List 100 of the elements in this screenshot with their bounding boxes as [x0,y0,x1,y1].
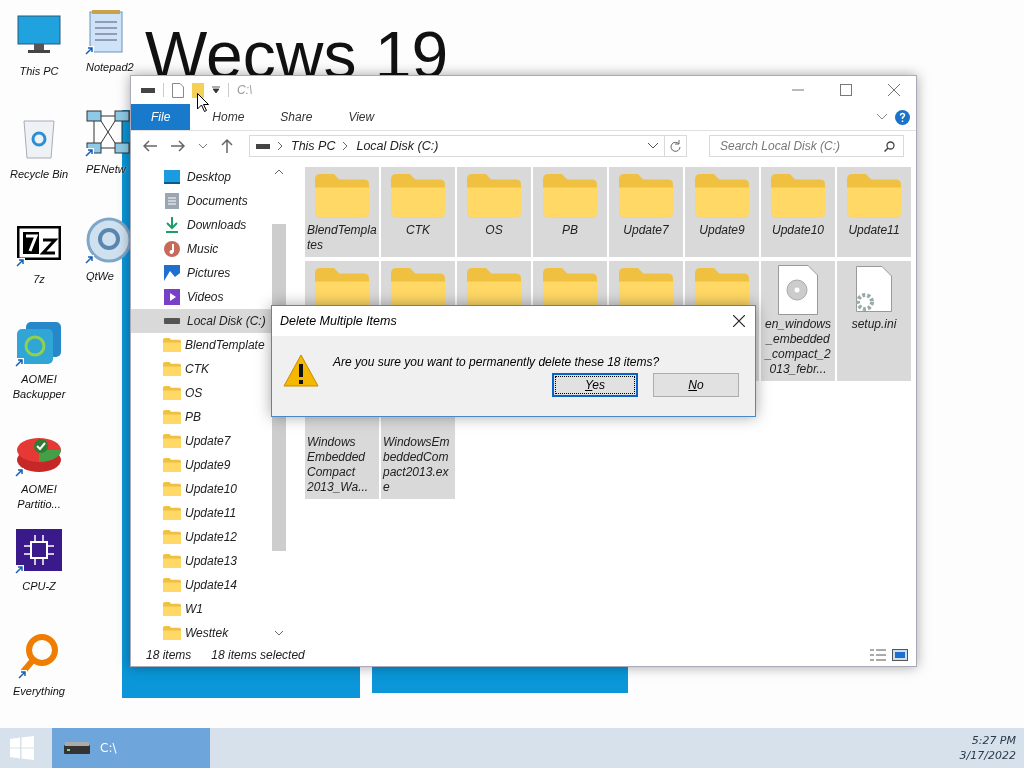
large-icons-view-icon[interactable] [892,649,908,661]
recycle-bin-icon [21,117,57,159]
file-item[interactable]: Update11 [837,167,911,257]
nav-item[interactable]: OS [131,381,272,405]
close-icon[interactable] [733,315,745,327]
nav-item[interactable]: Update12 [131,525,272,549]
seven-zip-icon [17,226,61,260]
folder-icon [695,174,749,218]
desktop-shortcut[interactable]: 7z [0,218,78,287]
breadcrumb[interactable]: Local Disk (C:) [356,139,439,153]
nav-item[interactable]: Update14 [131,573,272,597]
nav-item[interactable]: Westtek [131,621,272,645]
nav-item[interactable]: Update13 [131,549,272,573]
nav-item[interactable]: BlendTemplate [131,333,272,357]
chevron-icon [343,142,349,150]
ribbon-tab[interactable]: View [334,104,389,130]
shortcut-label: Recycle Bin [9,167,69,182]
file-item[interactable]: Update9 [685,167,759,257]
dialog-button[interactable]: No [653,373,739,397]
nav-item[interactable]: CTK [131,357,272,381]
file-item[interactable]: CTK [381,167,455,257]
drive-icon [164,318,180,324]
help-icon[interactable] [895,109,910,125]
file-item[interactable]: PB [533,167,607,257]
folder-icon [163,577,181,593]
desktop-shortcut[interactable]: This PC [0,10,78,79]
nav-item[interactable]: Local Disk (C:) [131,309,272,333]
desktop-shortcut[interactable]: QtWe [86,215,130,284]
folder-icon [619,174,673,218]
dialog-button[interactable]: Yes [552,373,638,397]
folder-icon [163,505,181,521]
folder-icon [315,174,369,218]
file-item[interactable]: Update7 [609,167,683,257]
file-item[interactable]: setup.ini [837,261,911,381]
desktop-shortcut[interactable]: AOMEI Backupper [0,318,78,402]
nav-item[interactable]: W1 [131,597,272,621]
nav-item[interactable]: Desktop [131,165,272,189]
file-item[interactable]: en_windows_embedded_compact_2013_febr... [761,261,835,381]
scroll-down-icon[interactable] [275,631,283,636]
nav-item[interactable]: Music [131,237,272,261]
shortcut-label: AOMEI Partitio... [16,482,62,512]
desktop-shortcut[interactable]: CPU-Z [0,525,78,594]
nav-item[interactable]: Update7 [131,429,272,453]
file-item[interactable]: Update10 [761,167,835,257]
selection-count: 18 items selected [211,648,305,662]
forward-arrow-icon[interactable] [171,140,185,152]
folder-icon [467,174,521,218]
dialog-message: Are you sure you want to permanently delete these 18 items? [333,354,660,369]
nav-item[interactable]: Update10 [131,477,272,501]
shortcut-label: This PC [19,64,59,79]
file-item[interactable]: BlendTemplates [305,167,379,257]
shortcut-label: AOMEI Backupper [11,372,67,402]
start-icon[interactable] [10,736,34,760]
folder-icon [391,174,445,218]
nav-item[interactable]: PB [131,405,272,429]
nav-item[interactable]: Update9 [131,453,272,477]
maximize-icon[interactable] [840,84,852,96]
folder-icon [163,361,181,377]
ribbon-tab[interactable]: Home [198,104,259,130]
refresh-icon [670,140,681,152]
scroll-up-icon[interactable] [275,169,283,174]
nav-item[interactable]: Documents [131,189,272,213]
chip-icon [16,529,62,571]
shortcut-label: Notepad2 [86,60,134,75]
document-icon [165,193,179,209]
desktop-shortcut[interactable]: AOMEI Partitio... [0,428,78,512]
backup-app-icon [16,321,62,365]
dropdown-icon[interactable] [648,143,658,149]
new-file-icon[interactable] [172,82,184,98]
ribbon-tab[interactable]: File [131,104,191,130]
nav-item[interactable]: Update11 [131,501,272,525]
download-icon [165,217,179,233]
dialog-title: Delete Multiple Items [280,314,397,328]
address-bar[interactable]: This PC Local Disk (C:) [249,135,665,157]
file-item[interactable]: OS [457,167,531,257]
nav-item[interactable]: Videos [131,285,272,309]
breadcrumb[interactable]: This PC [291,139,336,153]
back-arrow-icon[interactable] [143,140,157,152]
chevron-icon[interactable] [877,114,887,120]
new-folder-icon[interactable] [192,82,204,98]
desktop-shortcut[interactable]: Everything [0,630,78,699]
video-icon [164,289,180,305]
nav-item[interactable]: Downloads [131,213,272,237]
folder-icon [771,174,825,218]
search-field[interactable]: Search Local Disk (C:) [709,135,904,157]
folder-icon [163,385,181,401]
network-diagram-icon [86,110,130,156]
chevron-icon [278,142,283,150]
caret-icon[interactable] [199,143,207,149]
folder-icon [543,174,597,218]
dropdown-icon[interactable] [212,86,220,94]
folder-icon [163,457,181,473]
folder-icon [163,481,181,497]
up-arrow-icon[interactable] [221,139,233,153]
refresh-button[interactable] [665,135,687,157]
desktop-shortcut[interactable]: Recycle Bin [0,113,78,182]
settings-file-icon [856,266,892,314]
ribbon-tab[interactable]: Share [266,104,327,130]
pictures-icon [164,265,180,281]
nav-item[interactable]: Pictures [131,261,272,285]
